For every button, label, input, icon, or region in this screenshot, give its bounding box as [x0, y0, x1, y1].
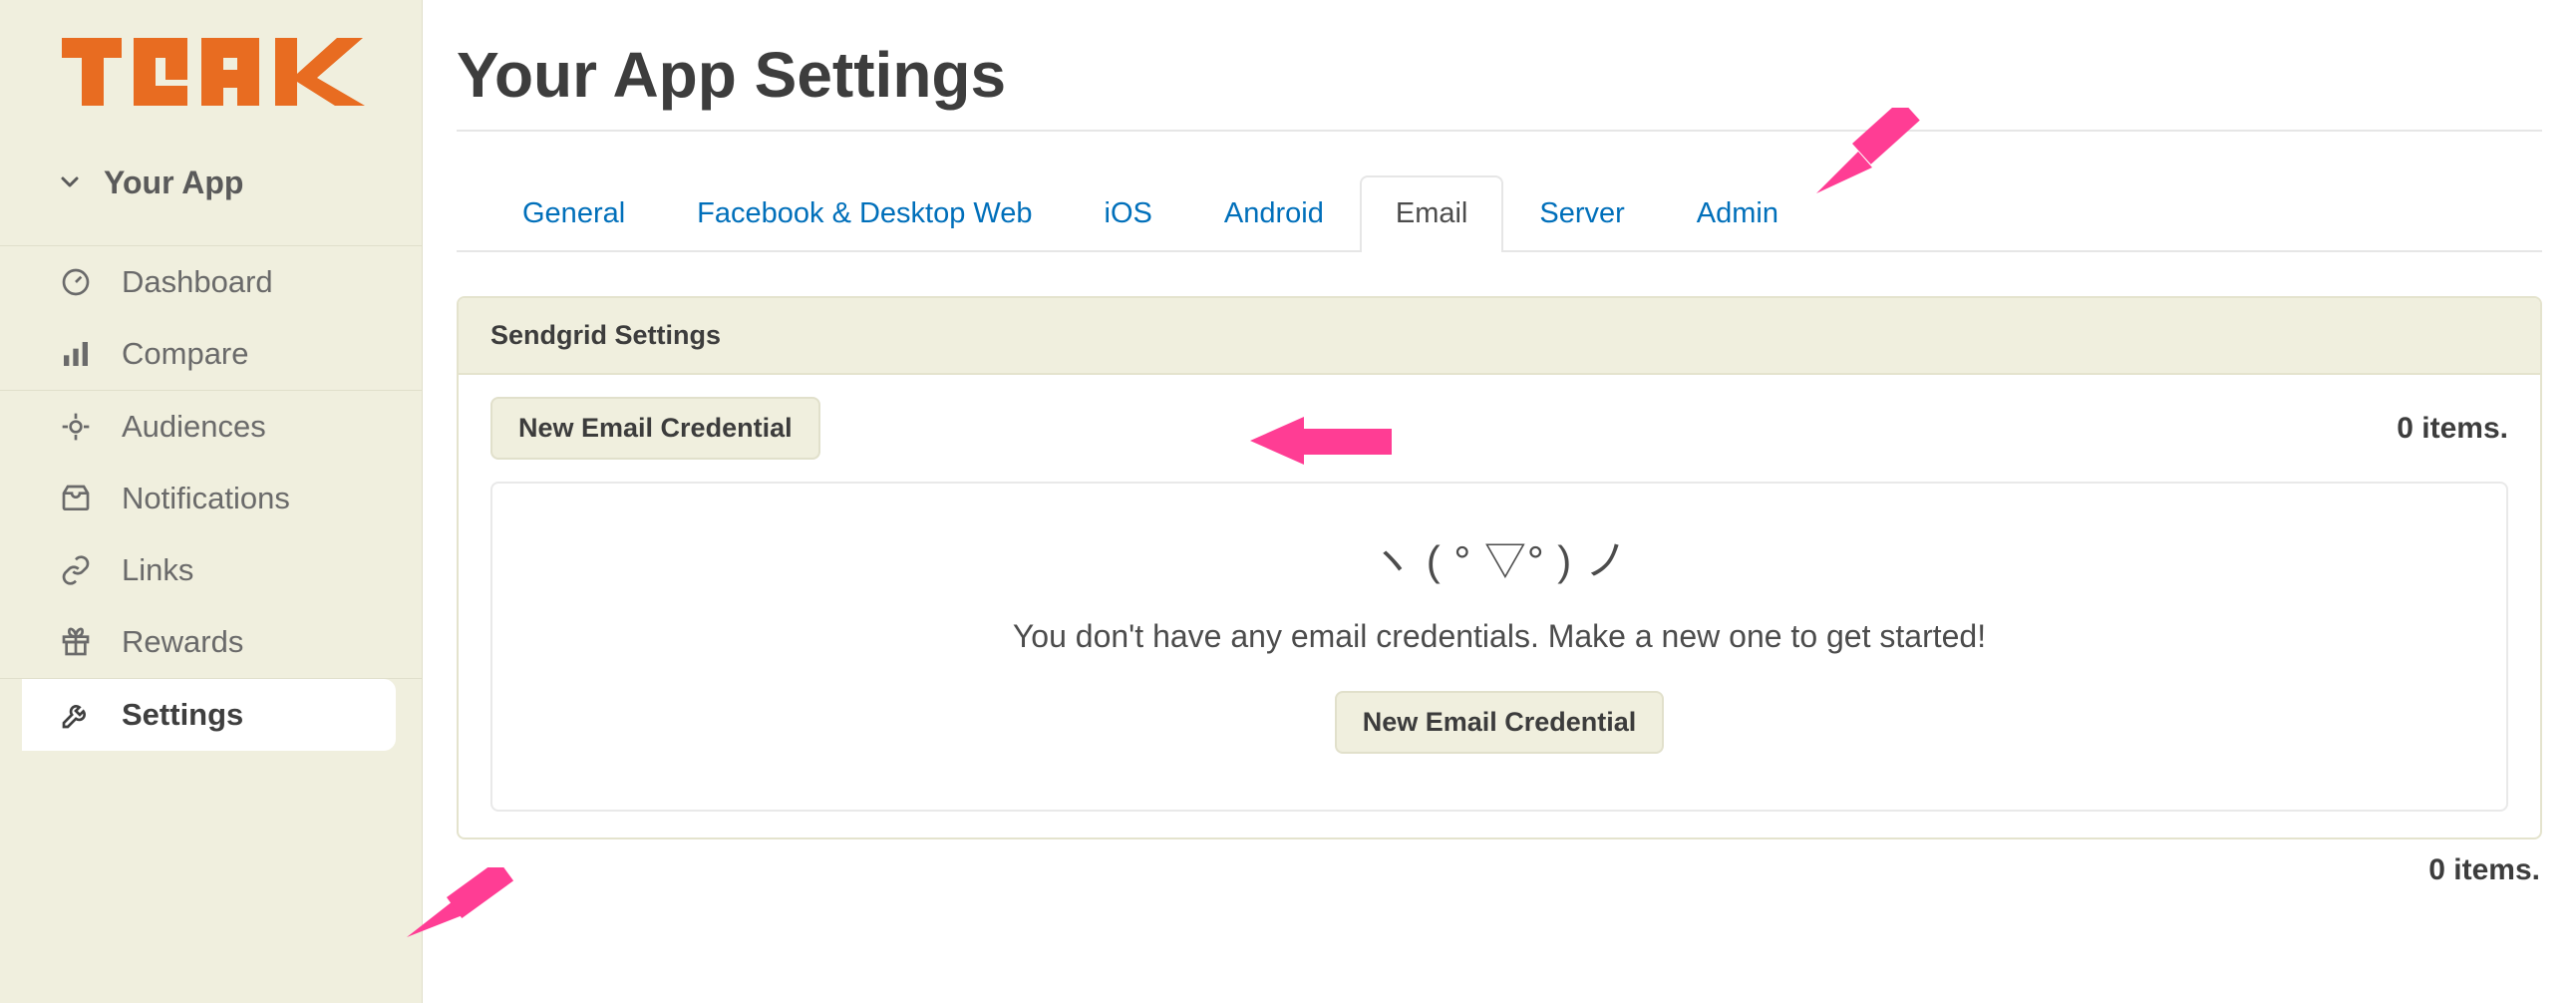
sidebar-nav-group-3: Settings	[0, 678, 422, 751]
new-email-credential-button[interactable]: New Email Credential	[490, 397, 820, 460]
title-divider	[457, 130, 2542, 132]
tab-server[interactable]: Server	[1503, 175, 1660, 252]
tab-admin[interactable]: Admin	[1661, 175, 1814, 252]
settings-tabs: General Facebook & Desktop Web iOS Andro…	[457, 173, 2542, 252]
sidebar-item-rewards[interactable]: Rewards	[0, 606, 422, 678]
sidebar-item-label: Settings	[122, 697, 396, 733]
sidebar-item-label: Compare	[122, 336, 422, 372]
tab-label: Admin	[1697, 197, 1778, 229]
bar-chart-icon	[58, 336, 94, 372]
inbox-icon	[58, 481, 94, 516]
sidebar-item-settings[interactable]: Settings	[22, 679, 396, 751]
empty-state-new-email-credential-button[interactable]: New Email Credential	[1335, 691, 1665, 754]
link-icon	[58, 552, 94, 588]
brand-logo[interactable]	[0, 28, 422, 123]
tab-facebook-desktop-web[interactable]: Facebook & Desktop Web	[661, 175, 1068, 252]
sidebar-item-dashboard[interactable]: Dashboard	[0, 246, 422, 318]
item-count-bottom: 0 items.	[457, 853, 2542, 887]
tab-label: iOS	[1105, 197, 1152, 229]
sidebar-item-label: Links	[122, 552, 422, 588]
tab-general[interactable]: General	[486, 175, 661, 252]
sidebar-item-label: Rewards	[122, 624, 422, 660]
sidebar-item-label: Dashboard	[122, 264, 422, 300]
sidebar-item-links[interactable]: Links	[0, 534, 422, 606]
sidebar-item-audiences[interactable]: Audiences	[0, 391, 422, 463]
tab-label: General	[522, 197, 625, 229]
sidebar-nav-group-1: Dashboard Compare	[0, 245, 422, 390]
item-count-top: 0 items.	[2397, 412, 2508, 446]
chevron-down-icon	[58, 165, 82, 201]
tab-label: Server	[1539, 197, 1624, 229]
sidebar-item-notifications[interactable]: Notifications	[0, 463, 422, 534]
sidebar-item-compare[interactable]: Compare	[0, 318, 422, 390]
sidebar-item-label: Notifications	[122, 481, 422, 516]
app-switcher[interactable]: Your App	[0, 165, 422, 201]
tab-ios[interactable]: iOS	[1069, 175, 1188, 252]
app-switcher-label: Your App	[104, 165, 243, 201]
teak-logo-icon	[62, 28, 365, 118]
main-content: Your App Settings General Facebook & Des…	[423, 0, 2576, 1003]
panel-title: Sendgrid Settings	[459, 298, 2540, 375]
sidebar-item-label: Audiences	[122, 409, 422, 445]
gift-icon	[58, 624, 94, 660]
empty-state: ヽ ( ° ▽° ) ノ You don't have any email cr…	[490, 482, 2508, 812]
sendgrid-settings-panel: Sendgrid Settings New Email Credential 0…	[457, 296, 2542, 839]
dashboard-icon	[58, 264, 94, 300]
tab-android[interactable]: Android	[1188, 175, 1360, 252]
sidebar-nav-group-2: Audiences Notifications Links Rewards	[0, 390, 422, 678]
sidebar: Your App Dashboard Compare Audie	[0, 0, 423, 1003]
wrench-icon	[58, 697, 94, 733]
tab-label: Email	[1396, 197, 1468, 229]
empty-state-message: You don't have any email credentials. Ma…	[492, 618, 2506, 655]
tab-label: Android	[1224, 197, 1324, 229]
page-title: Your App Settings	[457, 38, 2542, 112]
target-icon	[58, 409, 94, 445]
tab-email[interactable]: Email	[1360, 175, 1504, 252]
panel-toolbar: New Email Credential 0 items.	[459, 375, 2540, 482]
empty-state-face: ヽ ( ° ▽° ) ノ	[492, 527, 2506, 588]
tab-label: Facebook & Desktop Web	[697, 197, 1032, 229]
